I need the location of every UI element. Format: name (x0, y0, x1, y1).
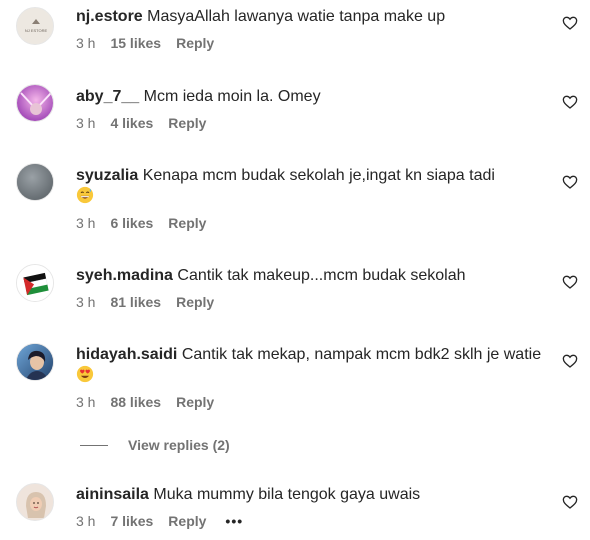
reply-button[interactable]: Reply (176, 34, 214, 52)
heart-icon[interactable] (562, 274, 578, 290)
heart-icon[interactable] (562, 494, 578, 510)
comment-meta: 3 h 81 likes Reply (76, 293, 550, 311)
heart-icon[interactable] (562, 15, 578, 31)
comment-text: Cantik tak mekap, nampak mcm bdk2 sklh j… (181, 346, 542, 363)
avatar[interactable] (16, 163, 54, 201)
comment-meta: 3 h 6 likes Reply (76, 214, 550, 232)
comment-text-block: syeh.madina Cantik tak makeup...mcm buda… (76, 265, 550, 286)
avatar[interactable] (16, 483, 54, 521)
heart-icon[interactable] (562, 353, 578, 369)
more-options-icon[interactable]: ••• (225, 512, 243, 530)
comment-likes[interactable]: 88 likes (110, 393, 161, 411)
comment-meta: 3 h 4 likes Reply (76, 114, 550, 132)
reply-button[interactable]: Reply (168, 214, 206, 232)
comment-likes[interactable]: 4 likes (110, 114, 153, 132)
comment-likes[interactable]: 15 likes (110, 34, 161, 52)
comment-text-block: syuzalia Kenapa mcm budak sekolah je,ing… (76, 165, 550, 207)
comment-likes[interactable]: 81 likes (110, 293, 161, 311)
comment-username[interactable]: syuzalia (76, 167, 138, 184)
comment-username[interactable]: aininsaila (76, 486, 149, 503)
comment-time: 3 h (76, 394, 96, 410)
comment-meta: 3 h 15 likes Reply (76, 34, 550, 52)
reply-button[interactable]: Reply (168, 512, 206, 530)
view-replies-label: View replies (2) (128, 437, 230, 453)
comment-time: 3 h (76, 294, 96, 310)
replies-divider-line (80, 444, 108, 446)
comment-text: Kenapa mcm budak sekolah je,ingat kn sia… (142, 167, 495, 184)
reply-button[interactable]: Reply (176, 293, 214, 311)
view-replies-button[interactable]: View replies (2) (80, 437, 230, 453)
comment-username[interactable]: hidayah.saidi (76, 346, 177, 363)
comment-meta: 3 h 7 likes Reply ••• (76, 512, 550, 530)
grinning-sweat-emoji (76, 186, 94, 204)
comment-meta: 3 h 88 likes Reply (76, 393, 550, 411)
comment-likes[interactable]: 7 likes (110, 512, 153, 530)
comment-username[interactable]: syeh.madina (76, 267, 173, 284)
comment-text: MasyaAllah lawanya watie tanpa make up (147, 8, 446, 25)
reply-button[interactable]: Reply (176, 393, 214, 411)
comment-list: NJ ESTORE nj.estore MasyaAllah lawanya w… (0, 0, 590, 540)
comment-time: 3 h (76, 215, 96, 231)
heart-icon[interactable] (562, 174, 578, 190)
heart-eyes-emoji (76, 365, 94, 383)
comment-username[interactable]: nj.estore (76, 8, 143, 25)
comment-time: 3 h (76, 35, 96, 51)
comment-username[interactable]: aby_7__ (76, 88, 139, 105)
comment-time: 3 h (76, 115, 96, 131)
comment-time: 3 h (76, 513, 96, 529)
avatar[interactable] (16, 264, 54, 302)
reply-button[interactable]: Reply (168, 114, 206, 132)
avatar-logo-text: NJ ESTORE (25, 28, 48, 33)
comment-text-block: aininsaila Muka mummy bila tengok gaya u… (76, 484, 550, 505)
heart-icon[interactable] (562, 94, 578, 110)
comment-text: Mcm ieda moin la. Omey (143, 88, 321, 105)
comment-text-block: nj.estore MasyaAllah lawanya watie tanpa… (76, 6, 550, 27)
comment-text: Cantik tak makeup...mcm budak sekolah (177, 267, 466, 284)
comment-likes[interactable]: 6 likes (110, 214, 153, 232)
comment-text: Muka mummy bila tengok gaya uwais (153, 486, 421, 503)
comment-text-block: aby_7__ Mcm ieda moin la. Omey (76, 86, 550, 107)
avatar[interactable] (16, 343, 54, 381)
avatar[interactable]: NJ ESTORE (16, 7, 54, 45)
avatar[interactable] (16, 84, 54, 122)
comment-text-block: hidayah.saidi Cantik tak mekap, nampak m… (76, 344, 550, 386)
